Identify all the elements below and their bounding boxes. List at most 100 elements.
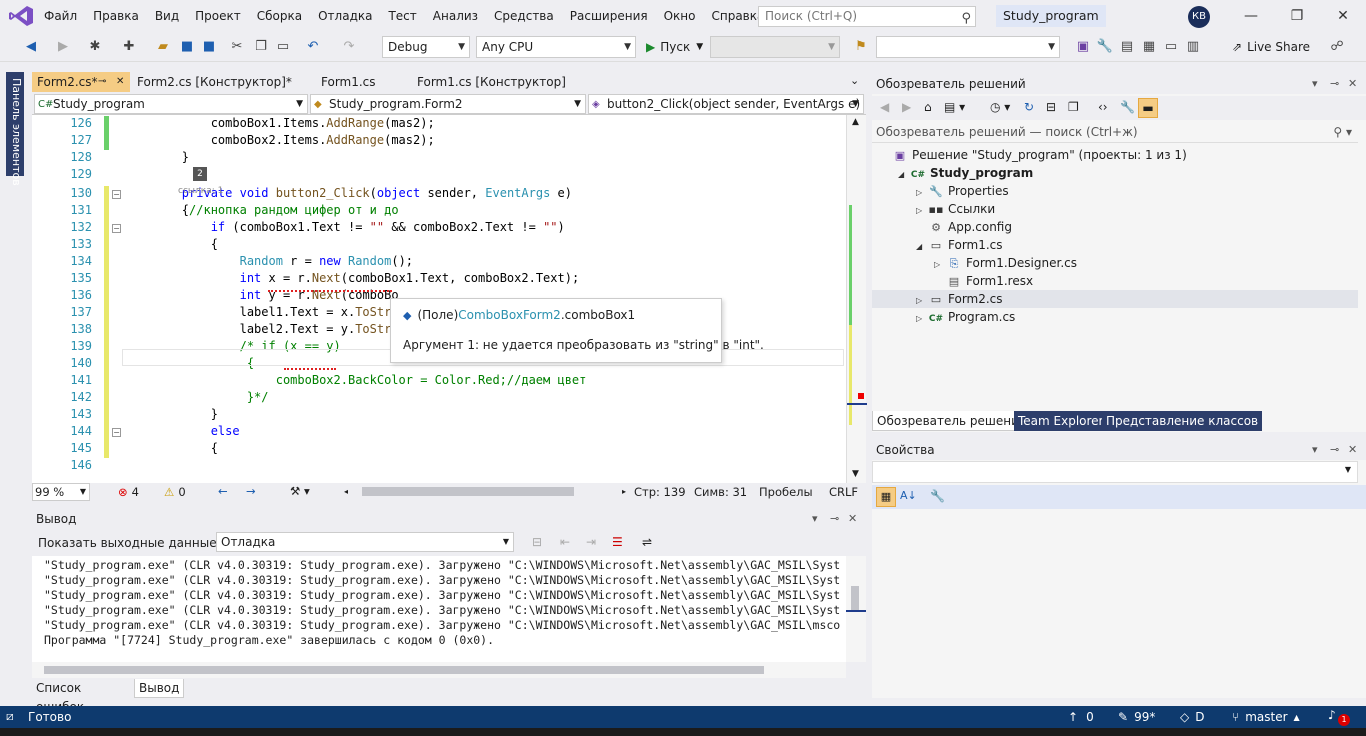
ref-badge[interactable]: 2 bbox=[193, 167, 207, 181]
menu-item-0[interactable]: Файл bbox=[36, 0, 85, 32]
editor-vertical-scrollbar[interactable]: ▲ ▼ bbox=[846, 115, 867, 483]
menu-item-5[interactable]: Отладка bbox=[310, 0, 380, 32]
add-item-icon[interactable]: ✚ bbox=[120, 38, 138, 56]
close-icon[interactable]: ✕ bbox=[1348, 74, 1357, 94]
cut-icon[interactable]: ✂ bbox=[228, 38, 246, 56]
previous-issue-icon[interactable]: ← bbox=[218, 484, 228, 498]
window-icon[interactable]: ▭ bbox=[1162, 38, 1180, 56]
spaces-indicator[interactable]: Пробелы bbox=[759, 485, 813, 499]
menu-item-1[interactable]: Правка bbox=[85, 0, 147, 32]
fold-toggle[interactable]: − bbox=[112, 224, 121, 233]
menu-item-10[interactable]: Окно bbox=[656, 0, 704, 32]
word-wrap-icon[interactable]: ⇌ bbox=[642, 535, 652, 549]
menu-item-2[interactable]: Вид bbox=[147, 0, 187, 32]
scroll-up-icon[interactable]: ▲ bbox=[852, 117, 859, 127]
tree-item[interactable]: ▤ Form1.resx bbox=[934, 272, 1033, 290]
output-source-select[interactable]: Отладка ▼ bbox=[216, 532, 514, 552]
code-line[interactable]: comboBox1.Items.AddRange(mas2); bbox=[124, 116, 435, 130]
close-icon[interactable]: ✕ bbox=[848, 509, 857, 529]
code-line[interactable]: } bbox=[124, 407, 218, 421]
tab-team-explorer[interactable]: Team Explorer bbox=[1014, 411, 1108, 431]
scroll-left-icon[interactable]: ◂ bbox=[344, 488, 354, 496]
feedback-icon[interactable]: ☍ bbox=[1328, 38, 1346, 56]
code-line[interactable]: } bbox=[124, 150, 189, 164]
tab-form1-designer[interactable]: Form1.cs [Конструктор] bbox=[412, 72, 571, 92]
class-navigation-select[interactable]: ◆ Study_program.Form2 ▼ bbox=[310, 94, 586, 114]
scroll-thumb[interactable] bbox=[851, 586, 859, 612]
avatar[interactable]: КВ bbox=[1188, 6, 1210, 28]
codelens-references[interactable]: ссылка: 1 bbox=[178, 186, 223, 196]
tree-item[interactable]: ▷ 🔧 Properties bbox=[916, 182, 1009, 200]
output-horizontal-scrollbar[interactable] bbox=[32, 662, 846, 678]
collapse-all-icon[interactable]: ⊟ bbox=[1046, 100, 1056, 114]
toolbox-icon[interactable]: ▤ bbox=[1118, 38, 1136, 56]
alphabetical-icon[interactable]: A↓ bbox=[900, 489, 917, 502]
undo-icon[interactable]: ↶ bbox=[304, 38, 322, 56]
code-line[interactable]: label2.Text = y.ToStri bbox=[124, 322, 399, 336]
close-icon[interactable]: ✕ bbox=[1348, 440, 1357, 460]
open-folder-icon[interactable]: ▰ bbox=[154, 38, 172, 56]
menu-item-7[interactable]: Анализ bbox=[425, 0, 486, 32]
project-navigation-select[interactable]: C# Study_program ▼ bbox=[34, 94, 308, 114]
code-line[interactable]: { bbox=[124, 237, 218, 251]
tree-item[interactable]: ◢ ▭ Form1.cs bbox=[916, 236, 1003, 254]
menu-item-8[interactable]: Средства bbox=[486, 0, 562, 32]
categorized-icon[interactable]: ▦ bbox=[876, 487, 896, 507]
tree-item[interactable]: ▷ C# Program.cs bbox=[916, 308, 1015, 326]
code-line[interactable]: comboBox2.BackColor = Color.Red;//даем ц… bbox=[124, 373, 587, 387]
next-issue-icon[interactable]: → bbox=[246, 484, 256, 498]
pin-icon[interactable]: ⊸ bbox=[1330, 74, 1339, 94]
minimize-button[interactable]: — bbox=[1228, 0, 1274, 32]
close-icon[interactable]: ✕ bbox=[116, 72, 124, 92]
code-line[interactable]: { bbox=[124, 441, 218, 455]
code-line[interactable]: int x = r.Next(comboBox1.Text, comboBox2… bbox=[124, 271, 580, 285]
repository-indicator[interactable]: ◇ D bbox=[1180, 710, 1204, 724]
code-line[interactable]: else bbox=[124, 424, 240, 438]
prev-message-icon[interactable]: ⇤ bbox=[560, 535, 570, 549]
next-message-icon[interactable]: ⇥ bbox=[586, 535, 596, 549]
forward-icon[interactable]: ▶ bbox=[54, 38, 72, 56]
push-indicator[interactable]: ↑ 0 bbox=[1068, 710, 1094, 724]
tree-item[interactable]: ▷ ▭ Form2.cs bbox=[872, 290, 1358, 308]
configuration-select[interactable]: Debug ▼ bbox=[382, 36, 470, 58]
close-button[interactable]: ✕ bbox=[1320, 0, 1366, 32]
tab-output[interactable]: Вывод bbox=[134, 679, 185, 698]
tab-error-list[interactable]: Список ошибок bbox=[32, 679, 132, 714]
live-share-button[interactable]: ⇗ Live Share bbox=[1232, 38, 1310, 56]
briefcase-icon[interactable]: ▦ bbox=[1140, 38, 1158, 56]
tooltip-class[interactable]: Form2 bbox=[523, 308, 561, 322]
copy-icon[interactable]: ❐ bbox=[252, 38, 270, 56]
scroll-down-icon[interactable]: ▼ bbox=[852, 469, 859, 479]
menu-item-3[interactable]: Проект bbox=[187, 0, 249, 32]
pin-icon[interactable]: ⊸ bbox=[830, 509, 839, 529]
output-text[interactable]: "Study_program.exe" (CLR v4.0.30319: Stu… bbox=[32, 556, 846, 662]
solution-icon[interactable]: ▣ bbox=[1074, 38, 1092, 56]
search-input[interactable]: Поиск (Ctrl+Q) ⚲ bbox=[758, 6, 976, 27]
code-line[interactable]: }*/ bbox=[124, 390, 269, 404]
scroll-thumb[interactable] bbox=[44, 666, 764, 674]
scroll-right-icon[interactable]: ▸ bbox=[622, 488, 626, 496]
pin-icon[interactable]: ⊸ bbox=[98, 72, 106, 92]
code-line[interactable]: comboBox2.Items.AddRange(mas2); bbox=[124, 133, 435, 147]
horizontal-scroll-thumb[interactable] bbox=[362, 487, 574, 496]
menu-item-6[interactable]: Тест bbox=[380, 0, 424, 32]
clear-all-icon[interactable]: ☰ bbox=[612, 535, 623, 549]
tree-item[interactable]: ◢ C# Study_program bbox=[898, 164, 1033, 182]
code-line[interactable]: Random r = new Random(); bbox=[124, 254, 413, 268]
tree-item[interactable]: ▷ ▪▪ Ссылки bbox=[916, 200, 995, 218]
member-navigation-select[interactable]: ◈ button2_Click(object sender, EventArgs… bbox=[588, 94, 864, 114]
save-icon[interactable]: ■ bbox=[178, 38, 196, 56]
tab-class-view[interactable]: Представление классов bbox=[1102, 411, 1263, 431]
tree-item[interactable]: ▣ Решение "Study_program" (проекты: 1 из … bbox=[880, 146, 1187, 164]
fold-toggle[interactable]: − bbox=[112, 428, 121, 437]
find-combo[interactable]: ▼ bbox=[876, 36, 1060, 58]
maximize-button[interactable]: ❐ bbox=[1274, 0, 1320, 32]
pending-changes-icon[interactable]: ◷ ▾ bbox=[990, 100, 1010, 114]
menu-item-9[interactable]: Расширения bbox=[562, 0, 656, 32]
property-pages-icon[interactable]: 🔧 bbox=[930, 489, 945, 503]
zoom-select[interactable]: 99 % ▼ bbox=[32, 483, 90, 501]
back-icon[interactable]: ◀ bbox=[22, 38, 40, 56]
chevron-down-icon[interactable]: ▾ bbox=[812, 509, 818, 529]
paste-icon[interactable]: ▭ bbox=[274, 38, 292, 56]
menu-item-4[interactable]: Сборка bbox=[249, 0, 310, 32]
